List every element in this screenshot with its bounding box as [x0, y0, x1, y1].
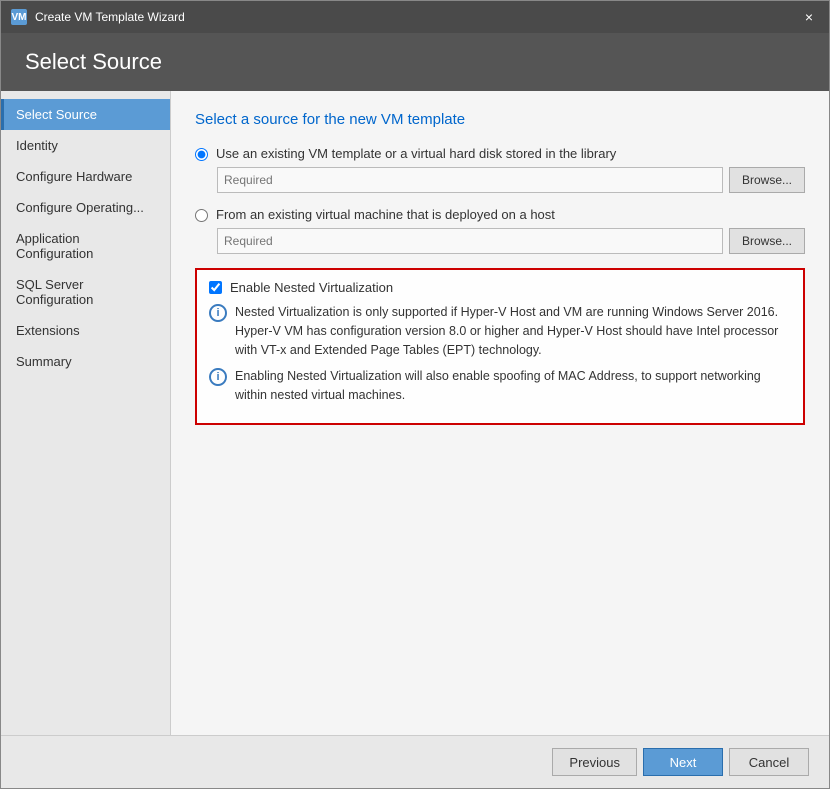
- info-row-1: i Nested Virtualization is only supporte…: [209, 303, 791, 359]
- app-icon-text: VM: [12, 12, 27, 23]
- option2-input[interactable]: [217, 228, 723, 254]
- option2-input-row: Browse...: [217, 228, 805, 254]
- option2-label[interactable]: From an existing virtual machine that is…: [216, 207, 555, 222]
- main-title: Select a source for the new VM template: [195, 111, 805, 128]
- option2-radio[interactable]: [195, 209, 208, 222]
- sidebar-item-application-configuration[interactable]: Application Configuration: [1, 223, 170, 269]
- create-vm-template-wizard: VM Create VM Template Wizard × Select So…: [0, 0, 830, 789]
- dialog-footer: Previous Next Cancel: [1, 735, 829, 788]
- nested-virt-checkbox[interactable]: [209, 281, 222, 294]
- previous-button[interactable]: Previous: [552, 748, 637, 776]
- main-content: Select a source for the new VM template …: [171, 91, 829, 735]
- sidebar-item-configure-operating[interactable]: Configure Operating...: [1, 192, 170, 223]
- sidebar-item-summary[interactable]: Summary: [1, 346, 170, 377]
- info-icon-2: i: [209, 368, 227, 386]
- dialog-body: Select Source Identity Configure Hardwar…: [1, 91, 829, 735]
- app-icon: VM: [11, 9, 27, 25]
- title-bar-text: Create VM Template Wizard: [35, 10, 799, 24]
- option1-row: Use an existing VM template or a virtual…: [195, 146, 805, 161]
- sidebar-item-select-source[interactable]: Select Source: [1, 99, 170, 130]
- option1-browse-button[interactable]: Browse...: [729, 167, 805, 193]
- sidebar-item-sql-server-configuration[interactable]: SQL Server Configuration: [1, 269, 170, 315]
- option2-browse-button[interactable]: Browse...: [729, 228, 805, 254]
- cancel-button[interactable]: Cancel: [729, 748, 809, 776]
- sidebar-item-configure-hardware[interactable]: Configure Hardware: [1, 161, 170, 192]
- info-icon-1: i: [209, 304, 227, 322]
- nested-virtualization-box: Enable Nested Virtualization i Nested Vi…: [195, 268, 805, 425]
- option1-input-row: Browse...: [217, 167, 805, 193]
- option1-radio[interactable]: [195, 148, 208, 161]
- dialog-header: Select Source: [1, 33, 829, 91]
- option1-label[interactable]: Use an existing VM template or a virtual…: [216, 146, 616, 161]
- info-text-2: Enabling Nested Virtualization will also…: [235, 367, 791, 405]
- page-title: Select Source: [25, 49, 805, 75]
- sidebar-item-extensions[interactable]: Extensions: [1, 315, 170, 346]
- info-text-1: Nested Virtualization is only supported …: [235, 303, 791, 359]
- nested-virt-checkbox-row: Enable Nested Virtualization: [209, 280, 791, 295]
- nested-virt-label[interactable]: Enable Nested Virtualization: [230, 280, 393, 295]
- sidebar: Select Source Identity Configure Hardwar…: [1, 91, 171, 735]
- option2-row: From an existing virtual machine that is…: [195, 207, 805, 222]
- title-bar: VM Create VM Template Wizard ×: [1, 1, 829, 33]
- next-button[interactable]: Next: [643, 748, 723, 776]
- close-button[interactable]: ×: [799, 7, 819, 27]
- info-row-2: i Enabling Nested Virtualization will al…: [209, 367, 791, 405]
- option1-input[interactable]: [217, 167, 723, 193]
- sidebar-item-identity[interactable]: Identity: [1, 130, 170, 161]
